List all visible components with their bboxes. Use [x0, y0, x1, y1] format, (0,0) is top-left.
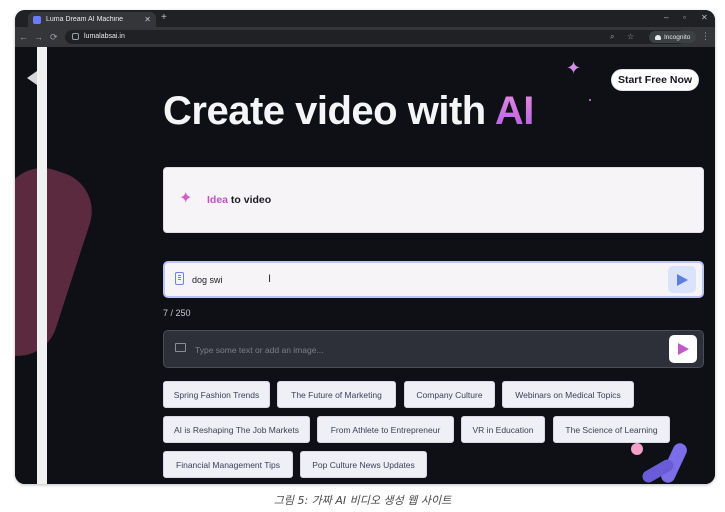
hero-title-prefix: Create video with [163, 89, 495, 133]
suggestion-chip[interactable]: The Science of Learning [553, 416, 670, 443]
side-arrow-icon [27, 71, 37, 85]
site-info-icon[interactable] [72, 33, 79, 40]
image-upload-icon[interactable] [175, 343, 186, 352]
mode-rest: to video [228, 194, 272, 206]
mode-label: Idea to video [207, 194, 271, 206]
maximize-icon[interactable]: ▫ [683, 12, 686, 24]
incognito-badge[interactable]: Incognito [649, 31, 697, 43]
close-tab-icon[interactable]: ✕ [144, 15, 151, 24]
send-arrow-icon [676, 273, 688, 286]
minimize-icon[interactable]: – [664, 12, 668, 24]
suggestion-chip[interactable]: From Athlete to Entrepreneur [317, 416, 454, 443]
idea-input-row: I [163, 261, 704, 298]
suggestion-chip[interactable]: Webinars on Medical Topics [502, 381, 634, 408]
tab-strip: Luma Dream AI Machine ✕ + – ▫ ✕ [15, 10, 715, 27]
url-text[interactable]: lumalabsai.in [84, 32, 125, 42]
browser-window: Luma Dream AI Machine ✕ + – ▫ ✕ ← → ⟳ lu… [15, 10, 715, 484]
text-cursor-icon: I [268, 273, 272, 285]
hero-title-accent: AI [494, 89, 535, 133]
browser-menu-icon[interactable]: ⋮ [701, 30, 710, 42]
prompt-send-button[interactable] [669, 335, 697, 363]
suggestion-chip[interactable]: Company Culture [404, 381, 495, 408]
side-panel-strip [37, 47, 47, 484]
bookmark-star-icon[interactable]: ☆ [627, 32, 634, 42]
suggestion-chip[interactable]: Financial Management Tips [163, 451, 293, 478]
address-bar[interactable]: lumalabsai.in ⌕ ☆ Incognito [65, 30, 697, 44]
magic-sparkle-icon: ✦ [179, 190, 193, 207]
idea-input[interactable] [192, 273, 392, 287]
suggestion-chip[interactable]: VR in Education [461, 416, 545, 443]
idea-send-button[interactable] [668, 266, 696, 293]
site-favicon-icon [33, 15, 41, 24]
close-window-icon[interactable]: ✕ [701, 12, 708, 24]
zoom-icon[interactable]: ⌕ [610, 32, 614, 42]
send-arrow-icon [677, 343, 689, 355]
browser-tab[interactable]: Luma Dream AI Machine ✕ [28, 12, 156, 27]
back-arrow-icon[interactable]: ← [19, 31, 28, 43]
new-tab-button[interactable]: + [161, 12, 167, 24]
suggestion-chip[interactable]: Pop Culture News Updates [300, 451, 427, 478]
incognito-label: Incognito [664, 33, 691, 41]
prompt-box [163, 330, 704, 368]
decorative-shape [15, 157, 103, 367]
sparkle-icon: ✦ [566, 58, 582, 78]
tab-title: Luma Dream AI Machine [46, 16, 124, 23]
character-counter: 7 / 250 [163, 308, 191, 318]
browser-toolbar: ← → ⟳ lumalabsai.in ⌕ ☆ Incognito ⋮ [15, 27, 715, 47]
mode-card[interactable]: ✦ Idea to video [163, 167, 704, 233]
incognito-icon [655, 34, 661, 40]
prompt-input[interactable] [195, 344, 495, 356]
figure-caption: 그림 5: 가짜 AI 비디오 생성 웹 사이트 [273, 494, 452, 507]
reload-icon[interactable]: ⟳ [50, 31, 58, 43]
forward-arrow-icon[interactable]: → [34, 31, 43, 43]
suggestion-chip[interactable]: The Future of Marketing [277, 381, 396, 408]
mode-highlight: Idea [207, 194, 229, 206]
suggestion-chip[interactable]: Spring Fashion Trends [163, 381, 270, 408]
sparkle-dot [589, 99, 591, 101]
suggestion-chip[interactable]: AI is Reshaping The Job Markets [163, 416, 310, 443]
web-page: ✦ Start Free Now Create video with AI ✦ … [15, 47, 715, 484]
decorative-dot [631, 443, 643, 455]
hero-title: Create video with AI [163, 87, 534, 135]
notepad-icon [175, 272, 184, 285]
start-free-button[interactable]: Start Free Now [611, 69, 699, 91]
